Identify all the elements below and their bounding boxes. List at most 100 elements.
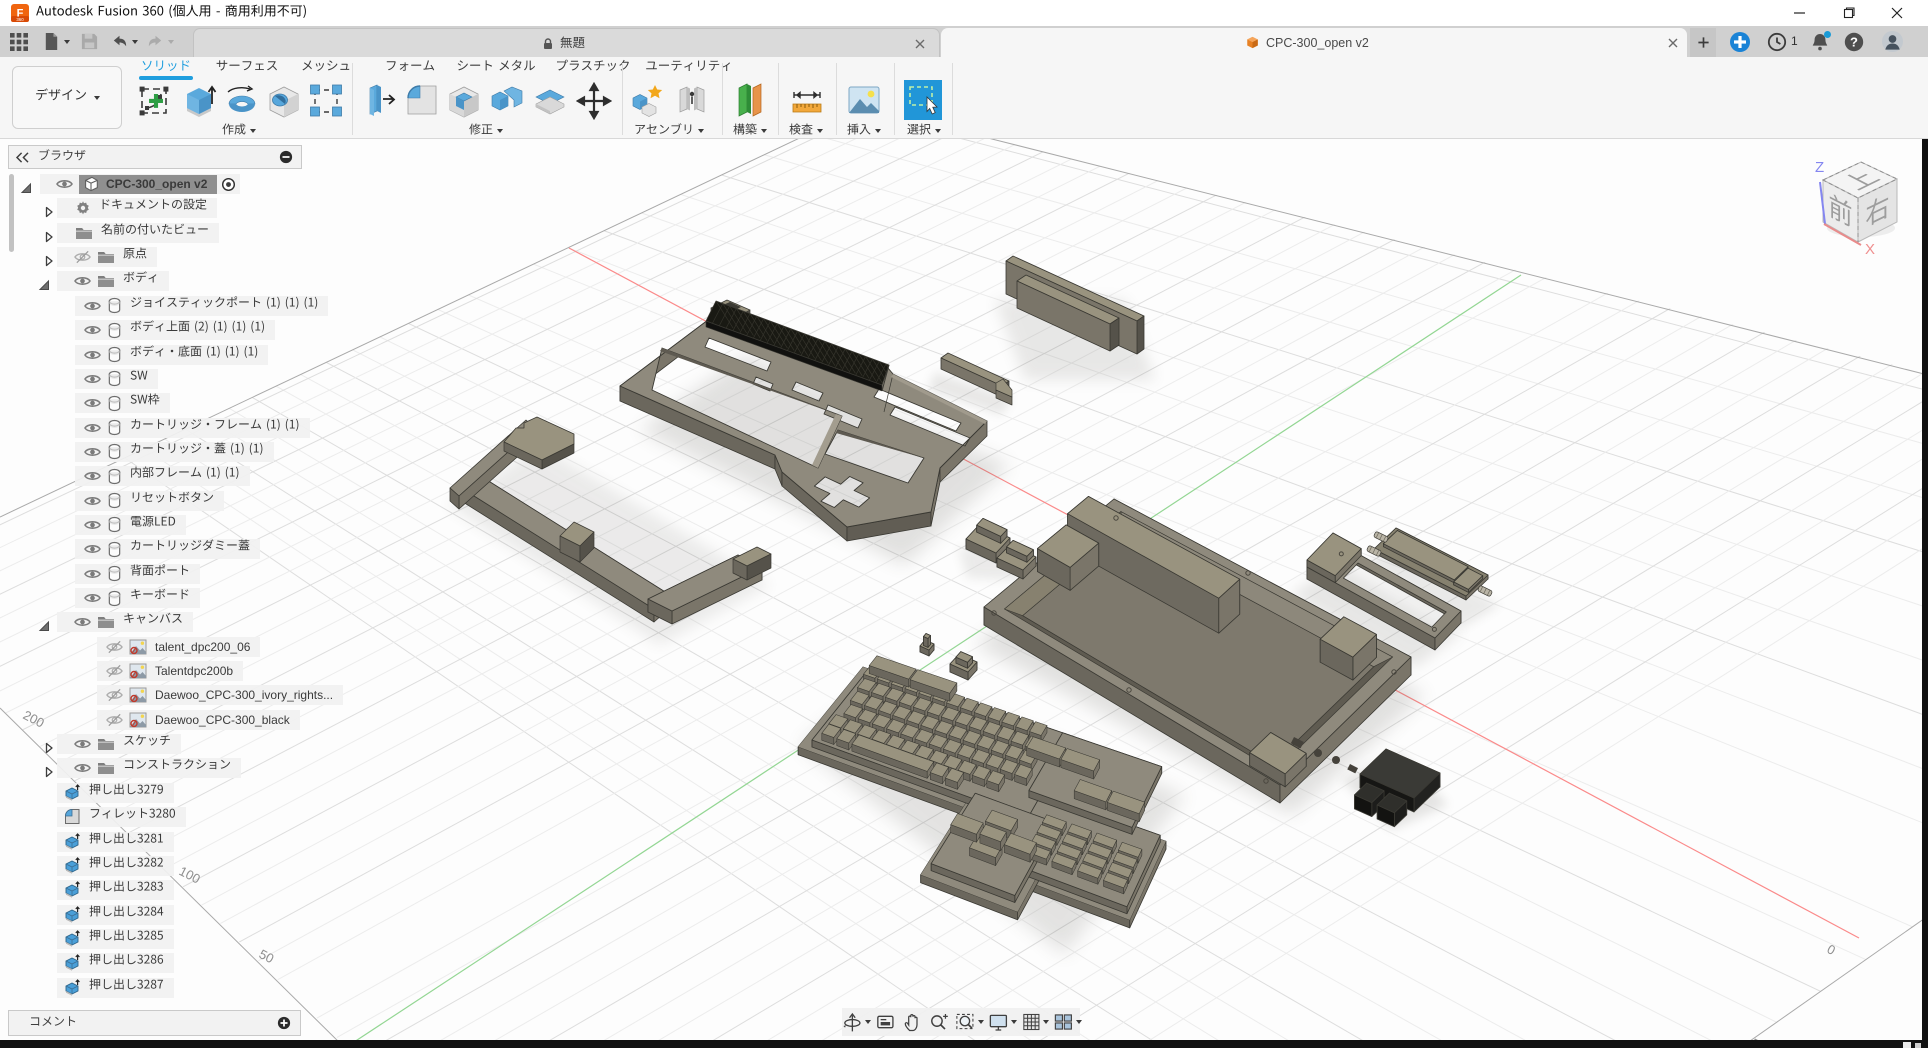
pattern-icon[interactable] bbox=[308, 82, 344, 120]
tree-row[interactable] bbox=[57, 929, 174, 949]
eye-visible-icon[interactable] bbox=[74, 616, 91, 628]
eye-visible-icon[interactable] bbox=[84, 373, 101, 385]
redo-caret-icon[interactable] bbox=[168, 40, 174, 44]
extensions-icon[interactable] bbox=[1729, 31, 1751, 53]
tree-row[interactable] bbox=[75, 442, 274, 462]
tree-row[interactable] bbox=[57, 223, 219, 243]
ribbon-group-4[interactable] bbox=[733, 123, 767, 139]
nav-viewports-icon[interactable] bbox=[1053, 1010, 1074, 1034]
nav-zoom-icon[interactable] bbox=[928, 1010, 949, 1034]
collapse-panel-icon[interactable] bbox=[15, 152, 30, 163]
ribbon-tab-1[interactable] bbox=[141, 59, 191, 77]
tree-row[interactable] bbox=[57, 271, 169, 291]
inspect-icon[interactable] bbox=[789, 82, 825, 120]
add-comment-icon[interactable] bbox=[277, 1016, 291, 1030]
tree-row[interactable] bbox=[75, 491, 224, 511]
ribbon-tab-4[interactable] bbox=[385, 59, 435, 77]
help-icon[interactable] bbox=[1843, 31, 1865, 53]
caret-down-icon[interactable] bbox=[1043, 1020, 1049, 1024]
tree-collapse-icon[interactable] bbox=[38, 620, 50, 632]
redo-icon[interactable] bbox=[146, 32, 165, 51]
combine-icon[interactable] bbox=[489, 82, 525, 120]
selected-component-chip[interactable]: CPC-300_open v2 bbox=[79, 175, 217, 194]
eye-visible-icon[interactable] bbox=[84, 300, 101, 312]
tree-row[interactable] bbox=[75, 418, 310, 438]
eye-visible-icon[interactable] bbox=[84, 519, 101, 531]
job-status-icon[interactable] bbox=[1766, 31, 1788, 53]
insert-icon[interactable] bbox=[846, 82, 882, 120]
eye-visible-icon[interactable] bbox=[84, 470, 101, 482]
tree-row[interactable] bbox=[57, 832, 174, 852]
tab-active-close-icon[interactable] bbox=[1667, 37, 1679, 49]
tree-row[interactable]: CPC-300_open v2 bbox=[40, 174, 240, 194]
hole-icon[interactable] bbox=[266, 82, 302, 120]
comments-bar[interactable] bbox=[8, 1010, 301, 1036]
viewcube[interactable]: Z X bbox=[1795, 150, 1915, 265]
undo-caret-icon[interactable] bbox=[132, 40, 138, 44]
minimize-button[interactable] bbox=[1780, 0, 1820, 26]
tree-row[interactable]: Daewoo_CPC-300_ivory_rights... bbox=[97, 685, 343, 705]
eye-hidden-icon[interactable] bbox=[74, 250, 91, 264]
collapse-all-icon[interactable] bbox=[279, 150, 293, 164]
ribbon-group-7[interactable] bbox=[907, 123, 941, 139]
ribbon-group-3[interactable] bbox=[634, 123, 704, 139]
undo-icon[interactable] bbox=[110, 32, 129, 51]
tree-row[interactable] bbox=[57, 758, 241, 778]
eye-hidden-icon[interactable] bbox=[106, 664, 123, 678]
nav-fit-icon[interactable] bbox=[955, 1010, 976, 1034]
eye-visible-icon[interactable] bbox=[74, 738, 91, 750]
file-caret-icon[interactable] bbox=[64, 40, 70, 44]
tree-row[interactable] bbox=[57, 978, 174, 998]
title-bar[interactable]: F 360 bbox=[0, 0, 1928, 26]
tree-row[interactable] bbox=[75, 588, 200, 608]
tree-row[interactable] bbox=[57, 807, 186, 827]
app-launcher-icon[interactable] bbox=[9, 32, 29, 52]
fillet-icon[interactable] bbox=[404, 82, 440, 120]
caret-down-icon[interactable] bbox=[978, 1020, 984, 1024]
eye-visible-icon[interactable] bbox=[56, 178, 73, 190]
ribbon-tab-3[interactable] bbox=[301, 59, 351, 77]
tree-row[interactable] bbox=[75, 345, 268, 365]
ribbon-group-6[interactable] bbox=[847, 123, 881, 139]
tab-untitled[interactable] bbox=[193, 28, 940, 57]
tree-collapse-icon[interactable] bbox=[20, 182, 32, 194]
close-button[interactable] bbox=[1877, 0, 1917, 26]
tree-row[interactable]: Talentdpc200b bbox=[97, 661, 243, 681]
eye-visible-icon[interactable] bbox=[84, 446, 101, 458]
tab-untitled-close-icon[interactable] bbox=[914, 38, 926, 50]
workspace-selector[interactable] bbox=[12, 66, 122, 129]
save-icon[interactable] bbox=[80, 32, 99, 51]
tree-collapse-icon[interactable] bbox=[38, 279, 50, 291]
eye-visible-icon[interactable] bbox=[74, 275, 91, 287]
tree-row[interactable] bbox=[57, 783, 174, 803]
new-component-icon[interactable] bbox=[630, 82, 666, 120]
tree-row[interactable] bbox=[57, 856, 174, 876]
ribbon-group-5[interactable] bbox=[789, 123, 823, 139]
caret-down-icon[interactable] bbox=[1076, 1020, 1082, 1024]
tab-active[interactable]: CPC-300_open v2 bbox=[941, 28, 1687, 57]
joint-icon[interactable] bbox=[674, 82, 710, 120]
maximize-button[interactable] bbox=[1829, 0, 1869, 26]
nav-orbit-icon[interactable] bbox=[842, 1010, 863, 1034]
press-pull-icon[interactable] bbox=[362, 82, 398, 120]
browser-scrollbar[interactable] bbox=[9, 174, 14, 252]
tree-expand-icon[interactable] bbox=[43, 742, 55, 754]
nav-pan-icon[interactable] bbox=[902, 1010, 923, 1034]
tree-row[interactable] bbox=[57, 198, 217, 218]
tree-expand-icon[interactable] bbox=[43, 206, 55, 218]
nav-gridset-icon[interactable] bbox=[1021, 1010, 1042, 1034]
eye-visible-icon[interactable] bbox=[74, 762, 91, 774]
extrude-icon[interactable] bbox=[181, 82, 217, 120]
ribbon-tab-6[interactable] bbox=[556, 59, 631, 77]
tree-row[interactable] bbox=[57, 247, 157, 267]
caret-down-icon[interactable] bbox=[1011, 1020, 1017, 1024]
eye-visible-icon[interactable] bbox=[84, 422, 101, 434]
viewport-3d[interactable]: 200 100 50 0 50 bbox=[0, 139, 1928, 1040]
split-icon[interactable] bbox=[532, 82, 568, 120]
tree-expand-icon[interactable] bbox=[43, 231, 55, 243]
new-file-icon[interactable] bbox=[42, 32, 61, 51]
nav-display-icon[interactable] bbox=[988, 1010, 1009, 1034]
create-sketch-icon[interactable] bbox=[137, 82, 173, 120]
construct-icon[interactable] bbox=[731, 82, 767, 120]
tree-row[interactable] bbox=[57, 905, 174, 925]
